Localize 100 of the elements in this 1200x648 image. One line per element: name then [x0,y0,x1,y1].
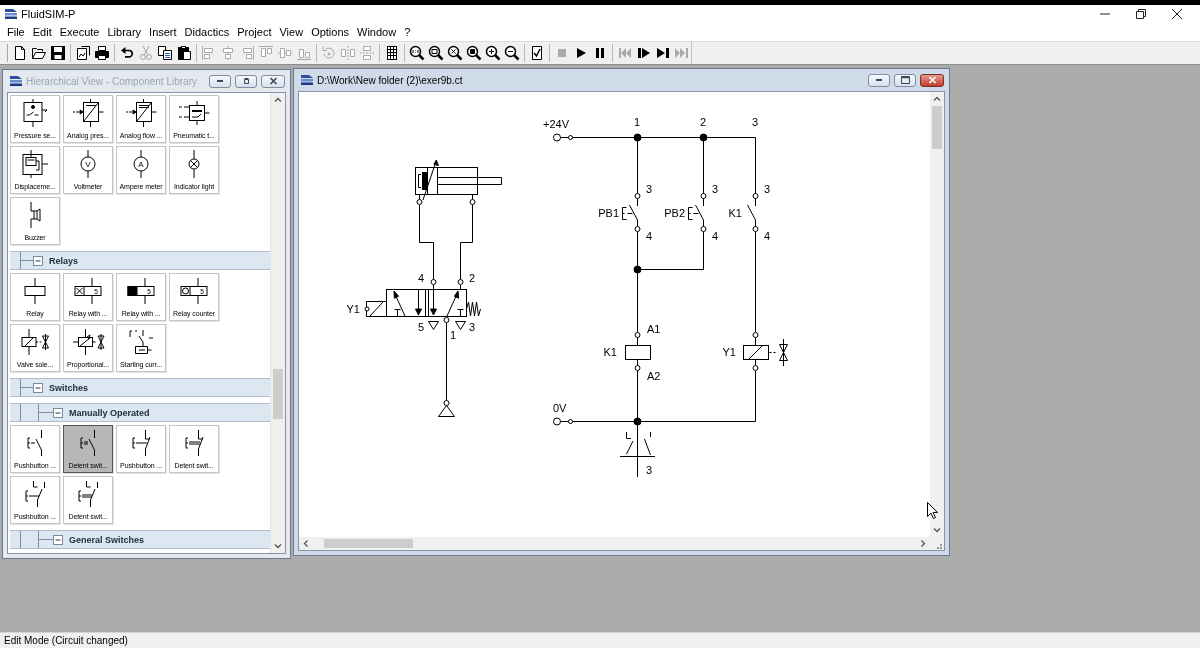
rung-number: 2 [699,116,707,128]
menu-item[interactable]: ? [400,25,415,39]
ground-label: 0V [553,402,567,414]
contact-table [619,424,656,478]
pushbutton-switch-icon [131,429,151,457]
align-middle-icon [276,45,293,61]
menu-item[interactable]: Execute [55,25,104,39]
toolbar-button[interactable] [48,43,67,63]
toolbar-button[interactable] [445,43,464,63]
indicator-light-icon [188,149,200,179]
step-icon [635,45,652,61]
detent-switch-icon [184,429,204,457]
toolbar-button[interactable] [426,43,445,63]
menu-item[interactable]: View [275,25,308,39]
undo-icon [118,45,135,61]
air-supply [438,400,455,417]
detent-switch-icon [80,429,96,457]
skip-forward-icon [654,45,671,61]
meter-unit: V [85,160,91,169]
tree-group-header[interactable]: Switches [10,378,270,397]
resize-grip-icon[interactable] [937,544,942,549]
status-text: Edit Mode (Circuit changed) [4,635,128,646]
menu-item[interactable]: File [3,25,29,39]
toolbar-button[interactable] [155,43,174,63]
magnifier-frame-icon [427,45,444,61]
proportional-solenoid-icon [71,328,105,356]
scroll-thumb[interactable] [273,369,283,419]
rung-number: 3 [751,116,759,128]
valve-symbol [769,338,788,367]
paste-icon [175,45,192,61]
menu-item[interactable]: Project [233,25,276,39]
mirror-horizontal-icon [339,45,356,61]
rotate-icon [320,45,337,61]
toolbar-button[interactable] [407,43,426,63]
changeover-switch-icon [24,480,46,508]
close-button[interactable] [261,74,285,88]
pressure-converter-icon [177,100,211,126]
zoom-out-icon [503,45,520,61]
scroll-thumb[interactable] [324,539,413,548]
close-icon [927,76,937,84]
toolbar-button[interactable] [92,43,111,63]
buzzer-icon [29,201,41,229]
page-preview-icon [74,45,91,61]
app-logo-icon [4,8,18,20]
supply-label: +24V [543,118,569,130]
ground-terminal [553,417,573,426]
tree-group-header[interactable]: General Switches [10,530,270,549]
supply-terminal [553,133,573,142]
close-icon [1172,9,1182,19]
toolbar-button[interactable] [464,43,483,63]
maximize-icon [900,76,910,84]
menu-item[interactable]: Edit [28,25,56,39]
toolbar-button[interactable] [502,43,521,63]
displacement-encoder-icon [21,149,49,179]
terminal-label: 3 [764,183,771,195]
tree-group-header[interactable]: Manually Operated [10,403,270,422]
window-title: Hierarchical View - Component Library [26,75,198,87]
current-relay-icon [128,329,154,355]
magnifier-square-icon [465,45,482,61]
toolbar-button[interactable] [483,43,502,63]
app-logo-icon [9,75,23,87]
window-title: D:\Work\New folder (2)\exer9b.ct [317,74,464,86]
minimize-button[interactable] [209,74,231,88]
mirror-vertical-icon [358,45,375,61]
copy-icon [156,45,173,61]
minimize-button[interactable] [868,73,890,87]
restore-icon [243,78,249,84]
menu-item[interactable]: Didactics [180,25,234,39]
scroll-thumb[interactable] [932,106,942,149]
rung-number: 1 [633,116,641,128]
meter-unit: A [138,160,144,169]
maximize-button[interactable] [894,73,916,87]
tree-group-header[interactable]: Relays [10,251,270,270]
fast-forward-icon [673,45,690,61]
close-icon [268,77,278,85]
menu-item[interactable]: Window [353,25,401,39]
solenoid-label: Y1 [346,303,360,315]
menu-item[interactable]: Library [103,25,146,39]
app-title: FluidSIM-P [21,8,77,20]
contact-reference: 3 [646,464,653,476]
pressure-switch-icon [22,98,48,128]
analog-converter-icon [124,98,158,128]
minimize-icon [217,80,223,82]
close-button[interactable] [920,73,944,87]
print-icon [93,45,110,61]
magnifier-cross-icon [446,45,463,61]
skip-back-icon [616,45,633,61]
relay-coil-icon [24,277,46,305]
pushbutton-switch-icon [27,429,43,457]
restore-icon [1136,9,1146,19]
restore-button[interactable] [235,74,257,88]
minimize-icon [876,79,882,81]
port-label: 1 [449,329,457,341]
magnifier-dots-icon [408,45,425,61]
cut-icon [137,45,154,61]
menu-item[interactable]: Insert [145,25,181,39]
changeover-switch-icon [77,480,99,508]
menu-item[interactable]: Options [307,25,354,39]
analog-converter-icon [71,98,105,128]
save-icon [49,45,66,61]
